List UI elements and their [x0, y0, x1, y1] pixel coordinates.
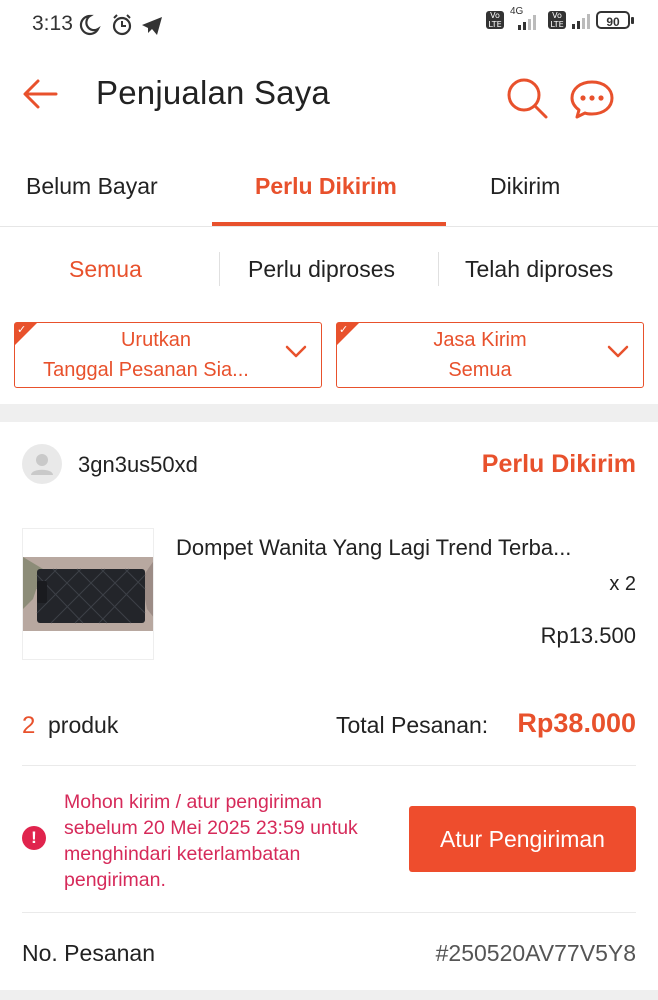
search-icon — [507, 78, 548, 119]
chevron-down-icon — [607, 345, 629, 358]
chat-icon — [570, 80, 614, 119]
order-number-label: No. Pesanan — [22, 940, 155, 966]
section-divider — [0, 404, 658, 422]
status-bar: 3:13 Vo LTE 4G Vo LTE 90 — [0, 0, 658, 50]
moon-alarm-telegram-icon — [79, 14, 162, 36]
avatar — [22, 444, 62, 484]
tabs-divider — [0, 226, 658, 227]
subtab-semua[interactable]: Semua — [69, 256, 142, 283]
courier-filter-label: Jasa Kirim — [433, 329, 527, 351]
arrange-shipment-button[interactable]: Atur Pengiriman — [409, 806, 636, 872]
volte-icon-2: Vo LTE — [548, 11, 566, 29]
divider — [22, 912, 636, 913]
product-name[interactable]: Dompet Wanita Yang Lagi Trend Terba... — [176, 535, 636, 561]
product-count-label: produk — [48, 712, 119, 738]
volte-icon: Vo LTE — [486, 11, 504, 29]
alert-icon: ! — [22, 826, 46, 850]
search-button[interactable] — [504, 76, 550, 125]
subtab-separator — [438, 252, 439, 286]
courier-filter-value: Semua — [448, 359, 512, 381]
user-placeholder-icon — [31, 454, 53, 475]
sort-filter-label: Urutkan — [120, 329, 192, 351]
product-count: 2 — [22, 712, 36, 739]
product-price: Rp13.500 — [540, 623, 636, 648]
status-left-icons — [76, 12, 166, 43]
battery-icon: 90 — [596, 11, 634, 29]
divider — [22, 765, 636, 766]
chat-button[interactable] — [568, 76, 618, 125]
section-divider — [0, 990, 658, 1000]
total-value: Rp38.000 — [517, 708, 636, 738]
courier-filter-dropdown[interactable]: ✓ Jasa Kirim Semua — [336, 322, 644, 388]
total-label: Total Pesanan: — [336, 712, 489, 738]
order-status: Perlu Dikirim — [481, 450, 636, 478]
buyer-username[interactable]: 3gn3us50xd — [78, 452, 198, 478]
signal-icon — [572, 11, 590, 29]
subtab-separator — [219, 252, 220, 286]
sort-filter-dropdown[interactable]: ✓ Urutkan Tanggal Pesanan Sia... — [14, 322, 322, 388]
chevron-down-icon — [285, 345, 307, 358]
tab-perlu-dikirim[interactable]: Perlu Dikirim — [255, 173, 397, 200]
page-title: Penjualan Saya — [96, 74, 330, 111]
order-number-value[interactable]: #250520AV77V5Y8 — [436, 940, 636, 967]
status-right-icons: Vo LTE 4G Vo LTE 90 — [486, 6, 634, 30]
tab-belum-bayar[interactable]: Belum Bayar — [26, 173, 158, 200]
signal-4g-icon: 4G — [510, 6, 542, 30]
product-quantity: x 2 — [609, 573, 636, 595]
product-thumbnail[interactable] — [22, 528, 154, 660]
wallet-image — [23, 557, 153, 631]
sort-filter-value: Tanggal Pesanan Sia... — [43, 359, 249, 381]
subtab-perlu-diproses[interactable]: Perlu diproses — [248, 256, 395, 283]
subtab-telah-diproses[interactable]: Telah diproses — [465, 256, 613, 283]
arrow-left-icon — [23, 79, 58, 109]
status-time: 3:13 — [32, 12, 73, 35]
back-button[interactable] — [20, 76, 60, 117]
tab-dikirim[interactable]: Dikirim — [490, 173, 560, 200]
shipping-deadline-warning: Mohon kirim / atur pengiriman sebelum 20… — [64, 791, 358, 891]
